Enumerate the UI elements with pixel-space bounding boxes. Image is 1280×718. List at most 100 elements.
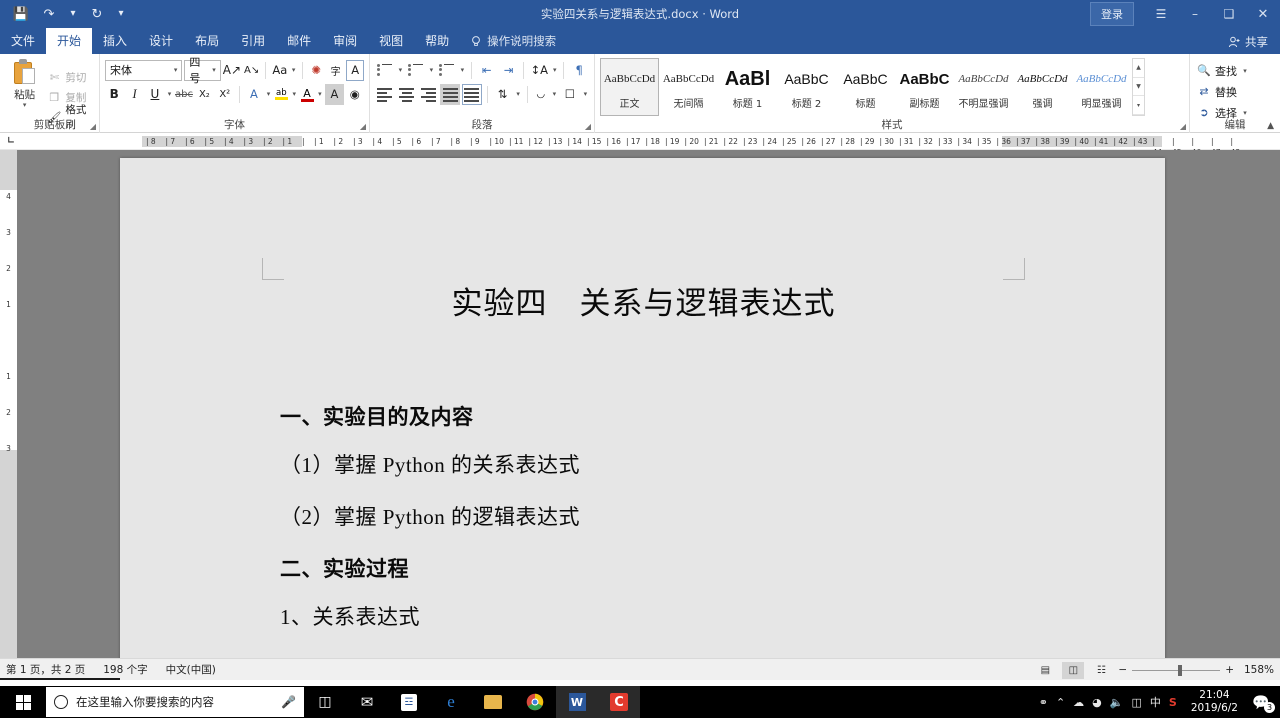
paste-dropdown-icon[interactable]: ▾ bbox=[23, 102, 27, 109]
sign-in-button[interactable]: 登录 bbox=[1090, 2, 1134, 26]
zoom-slider[interactable]: − + bbox=[1118, 664, 1234, 676]
document-page[interactable]: 实验四 关系与逻辑表达式 一、实验目的及内容 （1）掌握 Python 的关系表… bbox=[120, 158, 1165, 658]
font-color-button[interactable]: A bbox=[300, 84, 315, 105]
ime-icon[interactable]: 中 bbox=[1150, 694, 1161, 710]
font-dialog-launcher-icon[interactable]: ◢ bbox=[360, 122, 366, 131]
style-item-normal[interactable]: AaBbCcDd 正文 bbox=[600, 58, 659, 116]
tab-references[interactable]: 引用 bbox=[230, 28, 276, 54]
align-left-button[interactable] bbox=[375, 84, 395, 105]
character-border-button[interactable]: A bbox=[346, 59, 365, 81]
sort-button[interactable]: ↕A bbox=[529, 60, 549, 81]
zoom-thumb[interactable] bbox=[1178, 664, 1183, 676]
line-spacing-button[interactable]: ⇅ bbox=[493, 84, 513, 105]
multilevel-dropdown-icon[interactable]: ▾ bbox=[459, 66, 466, 74]
shading-dropdown-icon[interactable]: ▾ bbox=[551, 90, 558, 98]
text-highlight-button[interactable]: ab bbox=[274, 84, 289, 105]
zoom-track[interactable] bbox=[1132, 664, 1221, 676]
style-item-subtitle[interactable]: AaBbC 副标题 bbox=[895, 58, 954, 116]
underline-dropdown-icon[interactable]: ▾ bbox=[166, 90, 173, 98]
zoom-in-button[interactable]: + bbox=[1225, 664, 1234, 676]
strikethrough-button[interactable]: abc bbox=[175, 84, 193, 105]
network-icon[interactable]: ◕ bbox=[1092, 696, 1102, 709]
highlight-dropdown-icon[interactable]: ▾ bbox=[291, 90, 298, 98]
change-case-dropdown-icon[interactable]: ▾ bbox=[290, 66, 296, 74]
tab-stop-selector[interactable]: ∟ bbox=[0, 133, 22, 150]
tab-design[interactable]: 设计 bbox=[138, 28, 184, 54]
borders-button[interactable]: ☐ bbox=[560, 84, 580, 105]
align-center-button[interactable] bbox=[397, 84, 417, 105]
customize-quick-access-icon[interactable]: ▾ bbox=[112, 3, 130, 25]
font-size-combobox[interactable]: 四号 ▾ bbox=[184, 56, 221, 85]
close-icon[interactable]: ✕ bbox=[1246, 0, 1280, 28]
superscript-button[interactable]: X² bbox=[216, 84, 234, 105]
sogou-input-icon[interactable]: S bbox=[1169, 696, 1177, 709]
microphone-icon[interactable]: 🎤 bbox=[281, 695, 296, 709]
font-name-combobox[interactable]: 宋体 ▾ bbox=[105, 59, 183, 81]
language-indicator[interactable]: 中文(中国) bbox=[166, 662, 216, 677]
zoom-out-button[interactable]: − bbox=[1118, 664, 1127, 676]
document-body[interactable]: 实验四 关系与逻辑表达式 一、实验目的及内容 （1）掌握 Python 的关系表… bbox=[262, 278, 1025, 631]
undo-dropdown-icon[interactable]: ▾ bbox=[64, 3, 82, 25]
font-color-dropdown-icon[interactable]: ▾ bbox=[317, 90, 324, 98]
volume-icon[interactable]: 🔈 bbox=[1110, 696, 1124, 709]
replace-button[interactable]: ⇄ 替换 bbox=[1195, 82, 1275, 101]
multilevel-list-button[interactable] bbox=[437, 60, 457, 81]
read-mode-icon[interactable]: ▤ bbox=[1034, 662, 1056, 679]
restore-icon[interactable]: ❑ bbox=[1212, 0, 1246, 28]
increase-indent-button[interactable]: ⇥ bbox=[499, 60, 519, 81]
shrink-font-button[interactable]: A↘ bbox=[243, 60, 260, 81]
style-item-title[interactable]: AaBbC 标题 bbox=[836, 58, 895, 116]
web-layout-icon[interactable]: ☷ bbox=[1090, 662, 1112, 679]
line-spacing-dropdown-icon[interactable]: ▾ bbox=[515, 90, 522, 98]
find-dropdown-icon[interactable]: ▾ bbox=[1241, 67, 1249, 75]
tab-review[interactable]: 审阅 bbox=[322, 28, 368, 54]
vertical-ruler[interactable]: 4 3 2 1 1 2 3 bbox=[0, 150, 17, 658]
tab-help[interactable]: 帮助 bbox=[414, 28, 460, 54]
text-effects-dropdown-icon[interactable]: ▾ bbox=[265, 90, 272, 98]
collapse-ribbon-icon[interactable]: ▲ bbox=[1267, 121, 1274, 131]
clipboard-dialog-launcher-icon[interactable]: ◢ bbox=[90, 122, 96, 131]
mail-icon[interactable]: ✉ bbox=[346, 686, 388, 718]
cut-button[interactable]: ✄ 剪切 bbox=[44, 69, 94, 86]
taskbar-search-box[interactable]: 在这里输入你要搜索的内容 🎤 bbox=[46, 687, 304, 717]
bullets-button[interactable] bbox=[375, 60, 395, 81]
tell-me-search[interactable]: 操作说明搜索 bbox=[460, 28, 556, 54]
undo-icon[interactable]: ↷ bbox=[36, 3, 62, 25]
edge-browser-icon[interactable]: e bbox=[430, 686, 472, 718]
ribbon-display-options-icon[interactable]: ☰ bbox=[1144, 0, 1178, 28]
microsoft-store-icon[interactable]: ☲ bbox=[388, 686, 430, 718]
style-item-heading-2[interactable]: AaBbC 标题 2 bbox=[777, 58, 836, 116]
show-hidden-icons-icon[interactable]: ⌃ bbox=[1056, 696, 1065, 709]
minimize-icon[interactable]: – bbox=[1178, 0, 1212, 28]
word-count[interactable]: 198 个字 bbox=[103, 662, 147, 677]
onedrive-icon[interactable]: ☁ bbox=[1073, 696, 1084, 709]
decrease-indent-button[interactable]: ⇤ bbox=[477, 60, 497, 81]
styles-scroll-down-icon[interactable]: ▼ bbox=[1133, 78, 1144, 97]
word-icon[interactable]: W bbox=[556, 686, 598, 718]
zoom-level[interactable]: 158% bbox=[1240, 664, 1274, 676]
style-item-heading-1[interactable]: AaBl 标题 1 bbox=[718, 58, 777, 116]
taskbar-clock[interactable]: 21:04 2019/6/2 bbox=[1185, 689, 1244, 715]
phonetic-guide-button[interactable]: 字 bbox=[327, 60, 344, 81]
styles-dialog-launcher-icon[interactable]: ◢ bbox=[1180, 122, 1186, 131]
bold-button[interactable]: B bbox=[105, 84, 123, 105]
camtasia-icon[interactable]: C bbox=[598, 686, 640, 718]
tab-view[interactable]: 视图 bbox=[368, 28, 414, 54]
numbering-button[interactable] bbox=[406, 60, 426, 81]
sort-dropdown-icon[interactable]: ▾ bbox=[551, 66, 558, 74]
distributed-align-button[interactable] bbox=[462, 83, 482, 105]
shading-button[interactable]: ◡ bbox=[533, 84, 549, 105]
task-view-icon[interactable]: ◫ bbox=[304, 686, 346, 718]
tab-mailings[interactable]: 邮件 bbox=[276, 28, 322, 54]
redo-icon[interactable]: ↻ bbox=[84, 3, 110, 25]
italic-button[interactable]: I bbox=[125, 84, 143, 105]
tab-insert[interactable]: 插入 bbox=[92, 28, 138, 54]
page-info[interactable]: 第 1 页，共 2 页 bbox=[6, 662, 85, 677]
clear-formatting-button[interactable]: ✺ bbox=[308, 60, 325, 81]
action-center-icon[interactable]: 💬 3 bbox=[1252, 692, 1275, 713]
style-item-no-spacing[interactable]: AaBbCcDd 无间隔 bbox=[659, 58, 718, 116]
tab-file[interactable]: 文件 bbox=[0, 28, 46, 54]
find-button[interactable]: 🔍 查找 ▾ bbox=[1195, 61, 1275, 80]
print-layout-icon[interactable]: ◫ bbox=[1062, 661, 1085, 679]
style-item-emphasis[interactable]: AaBbCcDd 强调 bbox=[1013, 58, 1072, 116]
